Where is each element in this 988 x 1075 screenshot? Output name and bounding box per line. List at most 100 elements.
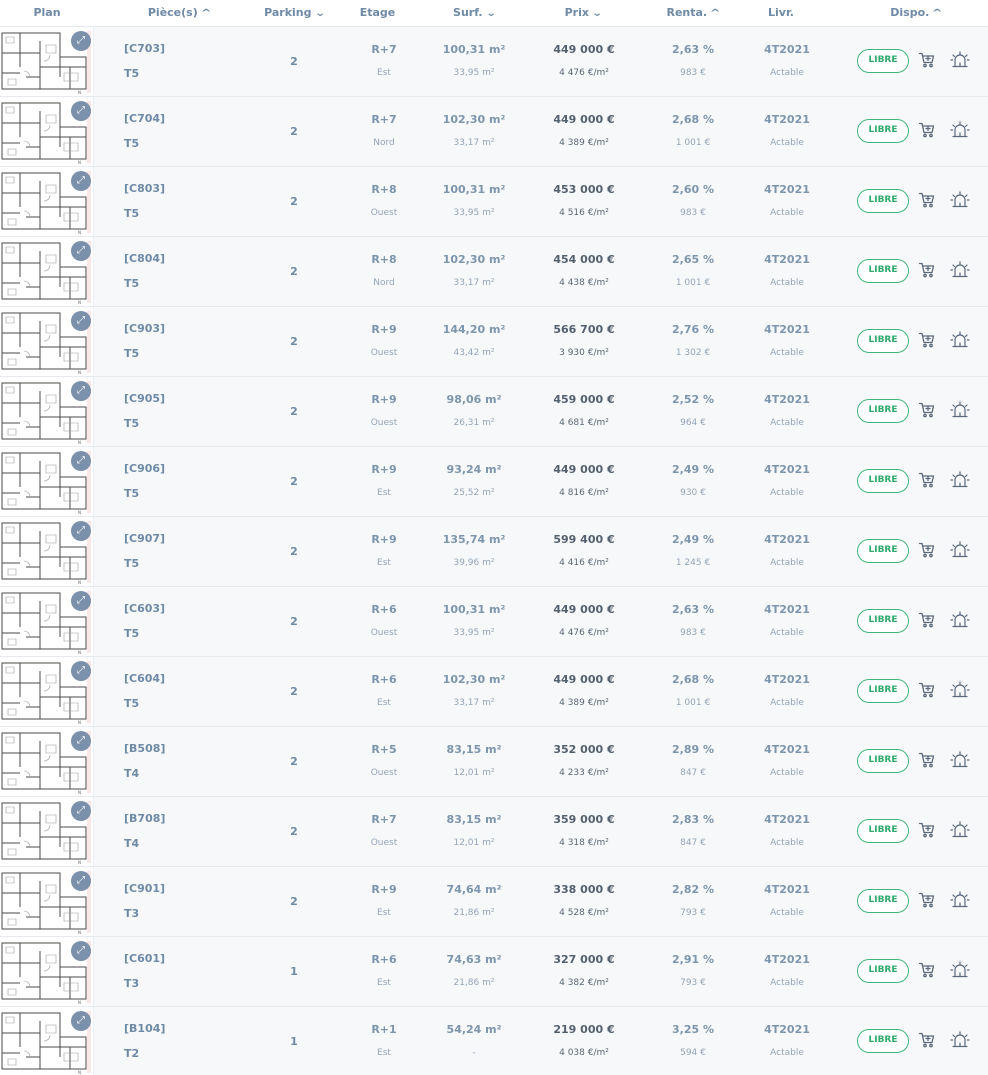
lot-reference[interactable]: [C803] bbox=[124, 182, 165, 195]
alert-siren-icon[interactable] bbox=[950, 400, 970, 420]
lot-reference[interactable]: [C804] bbox=[124, 252, 165, 265]
table-row[interactable]: N ⤢ [C703] T5 2 R+7 Est 100,31 m² 33,95 … bbox=[0, 27, 988, 97]
table-row[interactable]: N ⤢ [C603] T5 2 R+6 Ouest 100,31 m² 33,9… bbox=[0, 587, 988, 657]
add-to-cart-icon[interactable] bbox=[918, 751, 936, 769]
alert-siren-icon[interactable] bbox=[950, 50, 970, 70]
floor-plan-thumbnail[interactable]: N ⤢ bbox=[0, 517, 94, 586]
expand-icon[interactable]: ⤢ bbox=[71, 101, 91, 121]
add-to-cart-icon[interactable] bbox=[918, 121, 936, 139]
add-to-cart-icon[interactable] bbox=[918, 611, 936, 629]
floor-plan-thumbnail[interactable]: N ⤢ bbox=[0, 307, 94, 376]
lot-reference[interactable]: [C907] bbox=[124, 532, 165, 545]
expand-icon[interactable]: ⤢ bbox=[71, 521, 91, 541]
add-to-cart-icon[interactable] bbox=[918, 261, 936, 279]
add-to-cart-icon[interactable] bbox=[918, 821, 936, 839]
alert-siren-icon[interactable] bbox=[950, 330, 970, 350]
lot-reference[interactable]: [B508] bbox=[124, 742, 165, 755]
table-row[interactable]: N ⤢ [C901] T3 2 R+9 Est 74,64 m² 21,86 m… bbox=[0, 867, 988, 937]
column-header-parking[interactable]: Parking ⌄ bbox=[262, 0, 326, 27]
availability-badge[interactable]: LIBRE bbox=[857, 679, 909, 703]
alert-siren-icon[interactable] bbox=[950, 750, 970, 770]
lot-reference[interactable]: [C906] bbox=[124, 462, 165, 475]
floor-plan-thumbnail[interactable]: N ⤢ bbox=[0, 237, 94, 306]
column-header-pieces[interactable]: Pièce(s) ^ bbox=[139, 0, 219, 27]
availability-badge[interactable]: LIBRE bbox=[857, 749, 909, 773]
availability-badge[interactable]: LIBRE bbox=[857, 189, 909, 213]
floor-plan-thumbnail[interactable]: N ⤢ bbox=[0, 377, 94, 446]
availability-badge[interactable]: LIBRE bbox=[857, 1029, 909, 1053]
lot-reference[interactable]: [C603] bbox=[124, 602, 165, 615]
expand-icon[interactable]: ⤢ bbox=[71, 731, 91, 751]
column-header-prix[interactable]: Prix ⌄ bbox=[553, 0, 613, 27]
expand-icon[interactable]: ⤢ bbox=[71, 451, 91, 471]
chevron-up-icon[interactable]: ^ bbox=[932, 1, 943, 27]
table-row[interactable]: N ⤢ [C907] T5 2 R+9 Est 135,74 m² 39,96 … bbox=[0, 517, 988, 587]
lot-reference[interactable]: [C703] bbox=[124, 42, 165, 55]
column-header-renta[interactable]: Renta. ^ bbox=[660, 0, 726, 27]
expand-icon[interactable]: ⤢ bbox=[71, 311, 91, 331]
expand-icon[interactable]: ⤢ bbox=[71, 591, 91, 611]
add-to-cart-icon[interactable] bbox=[918, 891, 936, 909]
column-header-dispo[interactable]: Dispo. ^ bbox=[883, 0, 949, 27]
lot-reference[interactable]: [C903] bbox=[124, 322, 165, 335]
floor-plan-thumbnail[interactable]: N ⤢ bbox=[0, 587, 94, 656]
alert-siren-icon[interactable] bbox=[950, 120, 970, 140]
expand-icon[interactable]: ⤢ bbox=[71, 31, 91, 51]
alert-siren-icon[interactable] bbox=[950, 1030, 970, 1050]
alert-siren-icon[interactable] bbox=[950, 610, 970, 630]
floor-plan-thumbnail[interactable]: N ⤢ bbox=[0, 447, 94, 516]
availability-badge[interactable]: LIBRE bbox=[857, 49, 909, 73]
expand-icon[interactable]: ⤢ bbox=[71, 871, 91, 891]
column-header-surf[interactable]: Surf. ⌄ bbox=[444, 0, 504, 27]
floor-plan-thumbnail[interactable]: N ⤢ bbox=[0, 657, 94, 726]
floor-plan-thumbnail[interactable]: N ⤢ bbox=[0, 97, 94, 166]
table-row[interactable]: N ⤢ [C804] T5 2 R+8 Nord 102,30 m² 33,17… bbox=[0, 237, 988, 307]
add-to-cart-icon[interactable] bbox=[918, 1031, 936, 1049]
lot-reference[interactable]: [C604] bbox=[124, 672, 165, 685]
alert-siren-icon[interactable] bbox=[950, 680, 970, 700]
alert-siren-icon[interactable] bbox=[950, 890, 970, 910]
floor-plan-thumbnail[interactable]: N ⤢ bbox=[0, 27, 94, 96]
alert-siren-icon[interactable] bbox=[950, 820, 970, 840]
chevron-down-icon[interactable]: ⌄ bbox=[485, 1, 496, 27]
add-to-cart-icon[interactable] bbox=[918, 51, 936, 69]
add-to-cart-icon[interactable] bbox=[918, 681, 936, 699]
table-row[interactable]: N ⤢ [C704] T5 2 R+7 Nord 102,30 m² 33,17… bbox=[0, 97, 988, 167]
lot-reference[interactable]: [C601] bbox=[124, 952, 165, 965]
floor-plan-thumbnail[interactable]: N ⤢ bbox=[0, 937, 94, 1006]
add-to-cart-icon[interactable] bbox=[918, 541, 936, 559]
table-row[interactable]: N ⤢ [C903] T5 2 R+9 Ouest 144,20 m² 43,4… bbox=[0, 307, 988, 377]
add-to-cart-icon[interactable] bbox=[918, 331, 936, 349]
availability-badge[interactable]: LIBRE bbox=[857, 889, 909, 913]
add-to-cart-icon[interactable] bbox=[918, 961, 936, 979]
table-row[interactable]: N ⤢ [B508] T4 2 R+5 Ouest 83,15 m² 12,01… bbox=[0, 727, 988, 797]
expand-icon[interactable]: ⤢ bbox=[71, 171, 91, 191]
lot-reference[interactable]: [B104] bbox=[124, 1022, 165, 1035]
alert-siren-icon[interactable] bbox=[950, 960, 970, 980]
lot-reference[interactable]: [C905] bbox=[124, 392, 165, 405]
table-row[interactable]: N ⤢ [C601] T3 1 R+6 Est 74,63 m² 21,86 m… bbox=[0, 937, 988, 1007]
table-row[interactable]: N ⤢ [C604] T5 2 R+6 Est 102,30 m² 33,17 … bbox=[0, 657, 988, 727]
availability-badge[interactable]: LIBRE bbox=[857, 819, 909, 843]
floor-plan-thumbnail[interactable]: N ⤢ bbox=[0, 867, 94, 936]
table-row[interactable]: N ⤢ [C803] T5 2 R+8 Ouest 100,31 m² 33,9… bbox=[0, 167, 988, 237]
expand-icon[interactable]: ⤢ bbox=[71, 381, 91, 401]
add-to-cart-icon[interactable] bbox=[918, 401, 936, 419]
add-to-cart-icon[interactable] bbox=[918, 191, 936, 209]
availability-badge[interactable]: LIBRE bbox=[857, 469, 909, 493]
lot-reference[interactable]: [C901] bbox=[124, 882, 165, 895]
chevron-up-icon[interactable]: ^ bbox=[200, 1, 211, 27]
alert-siren-icon[interactable] bbox=[950, 470, 970, 490]
table-row[interactable]: N ⤢ [C905] T5 2 R+9 Ouest 98,06 m² 26,31… bbox=[0, 377, 988, 447]
expand-icon[interactable]: ⤢ bbox=[71, 661, 91, 681]
alert-siren-icon[interactable] bbox=[950, 190, 970, 210]
floor-plan-thumbnail[interactable]: N ⤢ bbox=[0, 797, 94, 866]
floor-plan-thumbnail[interactable]: N ⤢ bbox=[0, 167, 94, 236]
availability-badge[interactable]: LIBRE bbox=[857, 259, 909, 283]
expand-icon[interactable]: ⤢ bbox=[71, 1011, 91, 1031]
chevron-down-icon[interactable]: ⌄ bbox=[314, 1, 325, 27]
alert-siren-icon[interactable] bbox=[950, 260, 970, 280]
floor-plan-thumbnail[interactable]: N ⤢ bbox=[0, 1007, 94, 1075]
availability-badge[interactable]: LIBRE bbox=[857, 119, 909, 143]
lot-reference[interactable]: [C704] bbox=[124, 112, 165, 125]
